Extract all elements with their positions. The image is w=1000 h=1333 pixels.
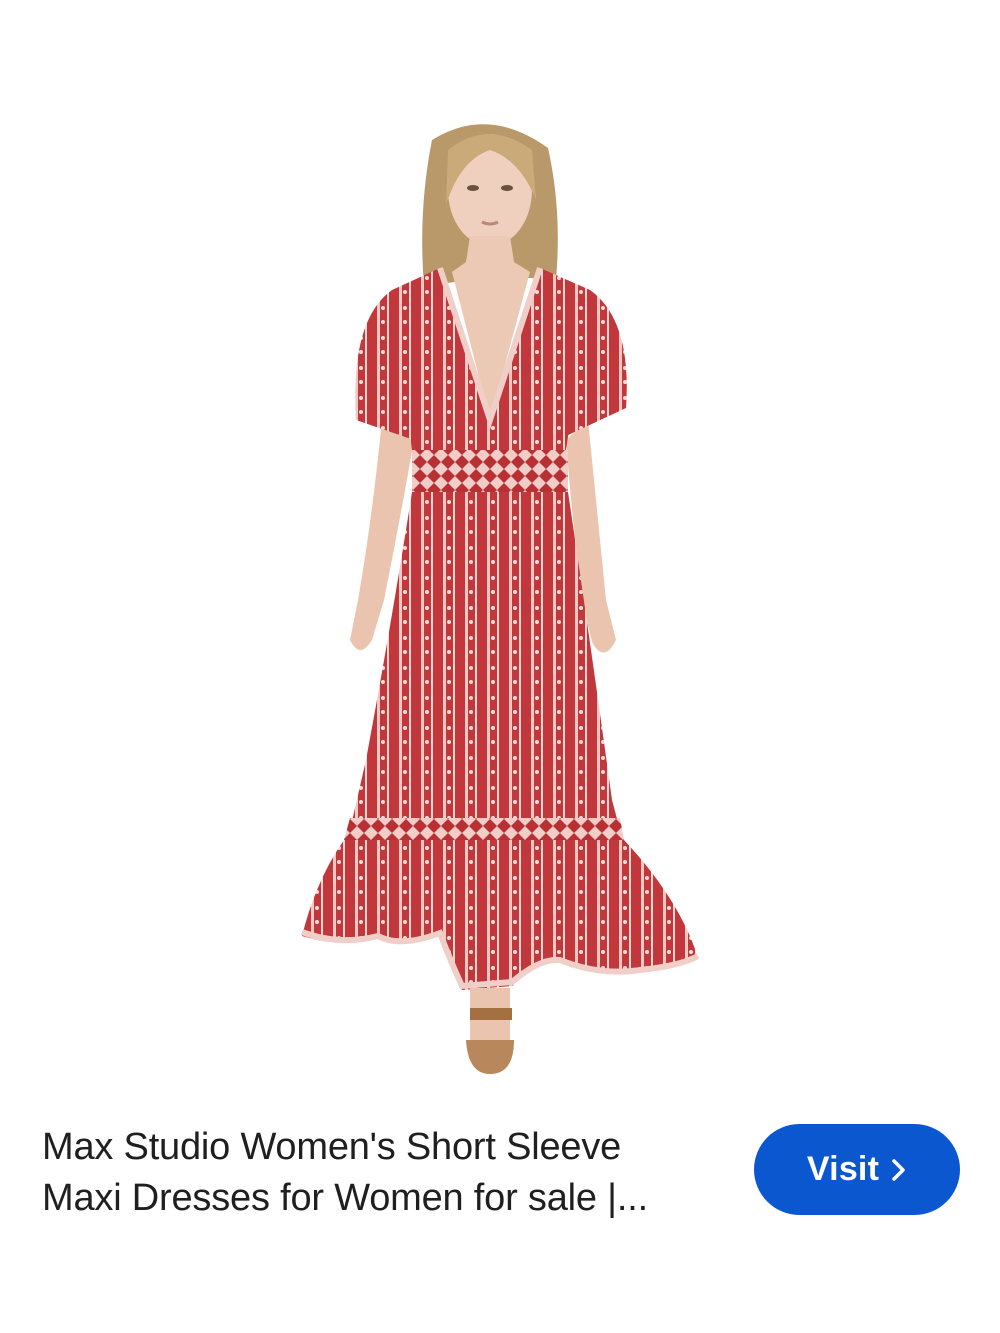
title-line-2: Maxi Dresses for Women for sale |... bbox=[42, 1177, 648, 1219]
visit-button-label: Visit bbox=[806, 1150, 880, 1188]
dress-model-illustration bbox=[300, 124, 700, 1074]
result-title[interactable]: Max Studio Women's Short Sleeve Maxi Dre… bbox=[42, 1122, 732, 1224]
chevron-right-icon bbox=[892, 1158, 905, 1181]
visit-button[interactable]: Visit bbox=[754, 1124, 960, 1215]
product-image[interactable] bbox=[0, 0, 1000, 1095]
title-line-1: Max Studio Women's Short Sleeve bbox=[42, 1126, 622, 1168]
